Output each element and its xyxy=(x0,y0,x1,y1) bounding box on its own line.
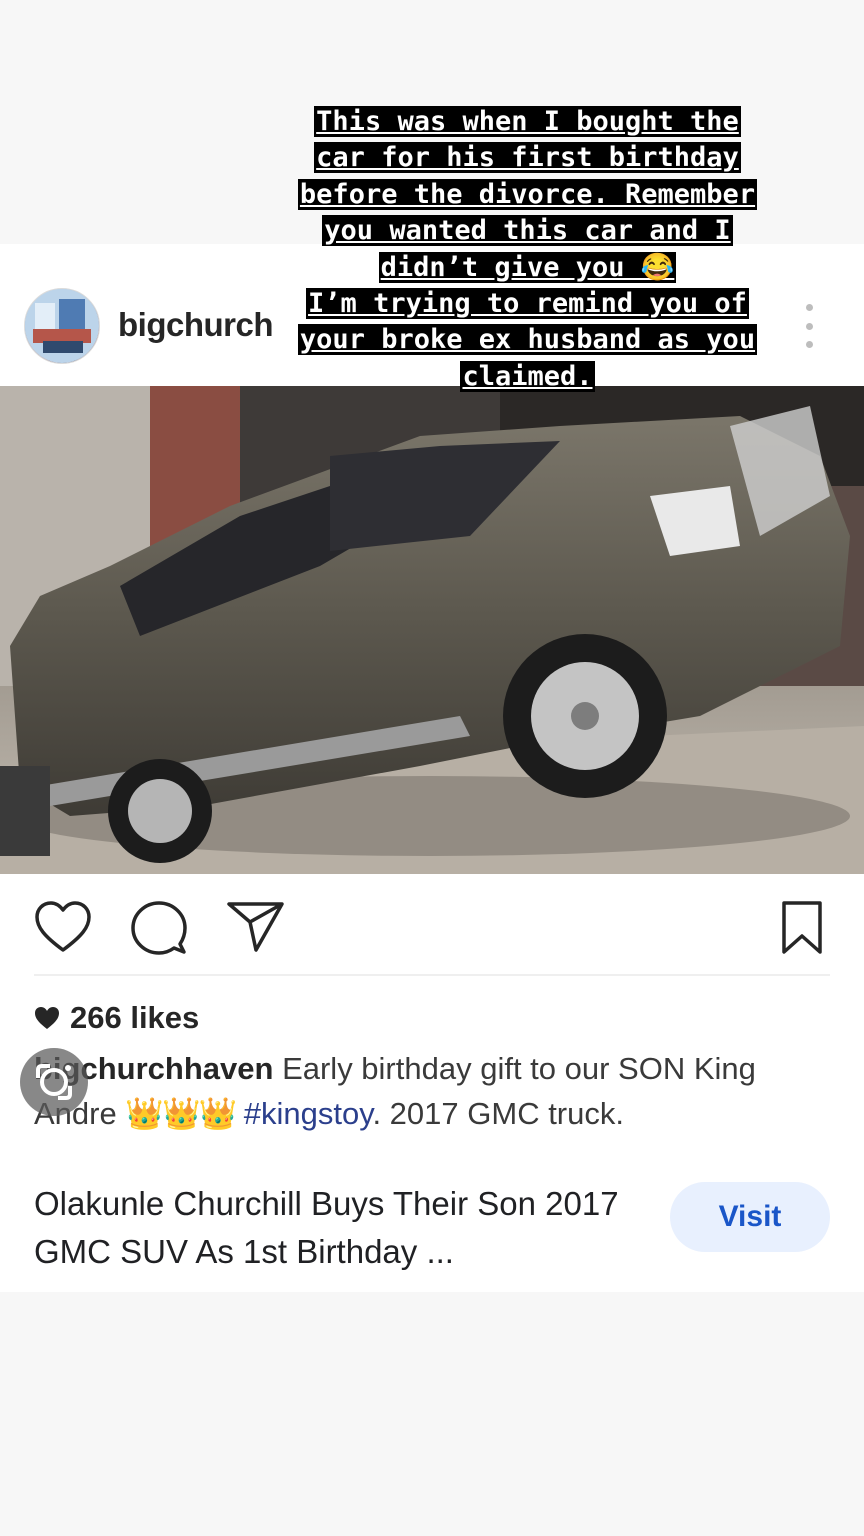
divider xyxy=(34,974,830,976)
story-line: claimed. xyxy=(460,360,595,392)
post-photo[interactable] xyxy=(0,386,864,874)
post-caption: bigchurchhaven Early birthday gift to ou… xyxy=(34,1046,824,1136)
more-options-icon[interactable] xyxy=(804,304,814,348)
story-line: didn’t give you 😂 xyxy=(378,251,677,283)
story-line: I’m trying to remind you of xyxy=(306,288,749,320)
lens-glyph-icon xyxy=(36,1064,72,1100)
story-line: you wanted this car and I xyxy=(322,215,733,247)
suv-photo-illustration xyxy=(0,386,864,874)
share-icon[interactable] xyxy=(226,900,286,954)
likes-count[interactable]: 266 likes xyxy=(34,1000,199,1036)
story-line: before the divorce. Remember xyxy=(297,178,758,210)
hashtag-link[interactable]: #kingstoy xyxy=(244,1096,373,1131)
post-username[interactable]: bigchurch xyxy=(118,306,274,344)
story-line: This was when I bought the xyxy=(314,106,741,137)
caption-text-end: . 2017 GMC truck. xyxy=(372,1096,624,1131)
post-actions xyxy=(0,900,864,960)
likes-label: 266 likes xyxy=(70,1000,200,1035)
crown-emojis: 👑👑👑 xyxy=(125,1096,237,1131)
filled-heart-icon xyxy=(35,1007,59,1029)
visit-button[interactable]: Visit xyxy=(670,1182,830,1252)
search-result-title[interactable]: Olakunle Churchill Buys Their Son 2017 G… xyxy=(34,1180,634,1276)
avatar-image xyxy=(25,289,99,363)
story-text-overlay: This was when I bought the car for his f… xyxy=(255,104,800,395)
avatar[interactable] xyxy=(24,288,100,364)
story-line: car for his first birthday xyxy=(314,142,741,174)
comment-icon[interactable] xyxy=(130,900,188,956)
bookmark-icon[interactable] xyxy=(780,900,824,956)
google-lens-icon[interactable] xyxy=(20,1048,88,1116)
like-heart-icon[interactable] xyxy=(34,900,92,954)
story-line: your broke ex husband as you xyxy=(297,324,758,356)
